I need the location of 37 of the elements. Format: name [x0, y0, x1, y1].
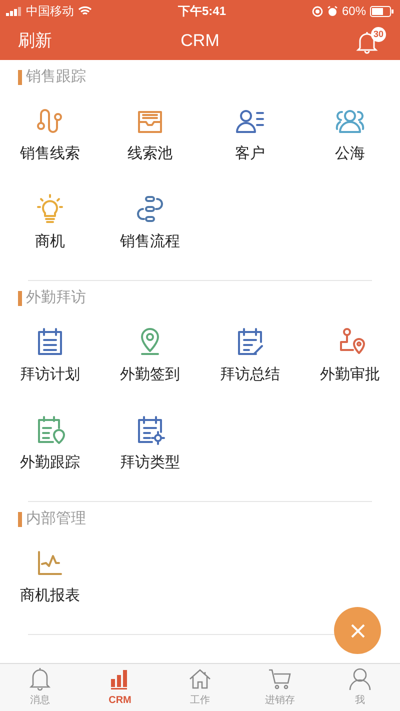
person-icon	[348, 667, 372, 691]
section-title: 外勤拜访	[26, 288, 86, 308]
page-title: CRM	[180, 30, 220, 52]
house-icon	[188, 667, 212, 691]
section-title: 内部管理	[26, 508, 86, 529]
menu-item[interactable]: 商机	[0, 179, 100, 267]
lock-rotation-icon	[312, 6, 323, 16]
clock-time: 下午5:41	[178, 3, 226, 20]
menu-item[interactable]: 线索池	[100, 91, 200, 179]
section-marker	[18, 512, 22, 526]
battery-percent: 60%	[342, 3, 366, 20]
alarm-icon	[326, 6, 338, 16]
menu-item[interactable]: 销售流程	[100, 179, 200, 267]
shopping-cart-icon	[268, 667, 292, 691]
signal-icon	[6, 6, 22, 16]
menu-item[interactable]: 拜访计划	[0, 312, 100, 400]
menu-item[interactable]: 外勤跟踪	[0, 400, 100, 488]
section-marker	[18, 70, 22, 84]
bell-icon	[29, 667, 51, 691]
menu-item[interactable]: 外勤签到	[100, 312, 200, 400]
close-button[interactable]	[334, 607, 381, 654]
menu-item[interactable]: 拜访总结	[200, 312, 300, 400]
menu-item[interactable]: 公海	[300, 91, 400, 179]
carrier-name: 中国移动	[26, 3, 74, 20]
menu-item[interactable]: 销售线索	[0, 91, 100, 179]
menu-item[interactable]: 外勤审批	[300, 312, 400, 400]
wifi-icon	[78, 6, 92, 16]
section-marker	[18, 290, 22, 306]
close-icon	[350, 622, 366, 638]
menu-item[interactable]: 拜访类型	[100, 400, 200, 488]
menu-item[interactable]: 商机报表	[0, 533, 100, 621]
section-title: 销售跟踪	[26, 66, 86, 87]
notification-badge: 30	[371, 27, 386, 42]
refresh-button[interactable]: 刷新	[18, 28, 52, 54]
menu-item[interactable]: 客户	[200, 91, 300, 179]
tab-item[interactable]: CRM	[80, 664, 160, 711]
battery-icon	[370, 6, 394, 16]
